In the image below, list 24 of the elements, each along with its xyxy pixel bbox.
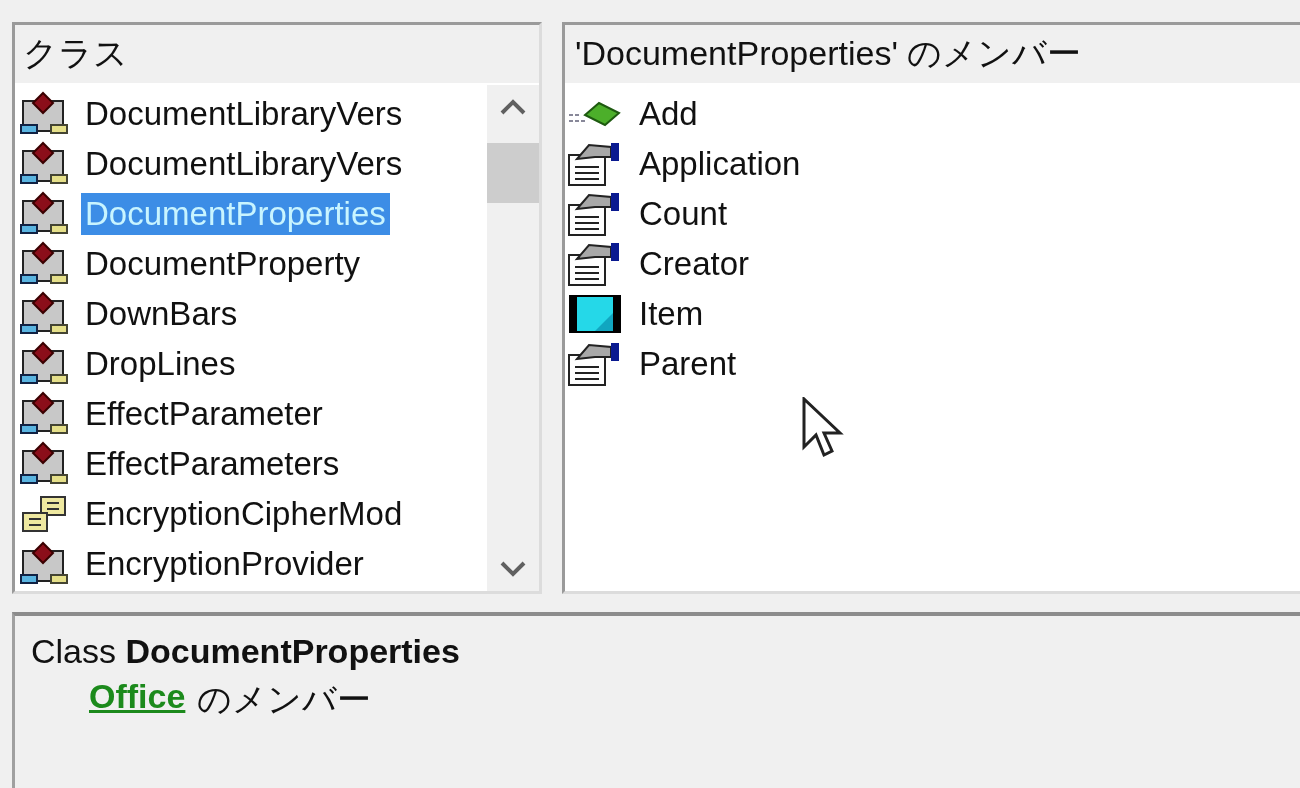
member-list-item[interactable]: Add [639,95,698,133]
pane-header: クラス [15,25,539,85]
member-of-text: のメンバー [197,679,372,720]
member-list-item[interactable]: Count [639,195,728,233]
class-list-item[interactable]: EffectParameter [81,393,327,435]
member-list-item[interactable]: Item [639,295,704,333]
scrollbar[interactable] [487,85,539,591]
pane-header: 'DocumentProperties' のメンバー [565,25,1300,85]
scroll-thumb[interactable] [487,143,539,203]
class-list-item[interactable]: DownBars [81,293,242,335]
class-list-item[interactable]: EncryptionCipherMod [81,493,407,535]
scroll-up-icon[interactable] [500,99,526,115]
library-link[interactable]: Office [89,677,186,723]
member-list-item[interactable]: Creator [639,245,750,283]
class-list-item[interactable]: DocumentLibraryVers [81,93,407,135]
class-list-item[interactable]: EffectParameters [81,443,344,485]
class-title: Class DocumentProperties [31,632,461,671]
member-list-item[interactable]: Parent [639,345,737,383]
class-list-item[interactable]: DropLines [81,343,240,385]
member-list-item[interactable]: Application [639,145,801,183]
class-list-item[interactable]: DocumentProperty [81,243,365,285]
class-list-item[interactable]: DocumentLibraryVers [81,143,407,185]
scroll-down-icon[interactable] [500,561,526,577]
class-list-item[interactable]: EncryptionProvider [81,543,368,585]
